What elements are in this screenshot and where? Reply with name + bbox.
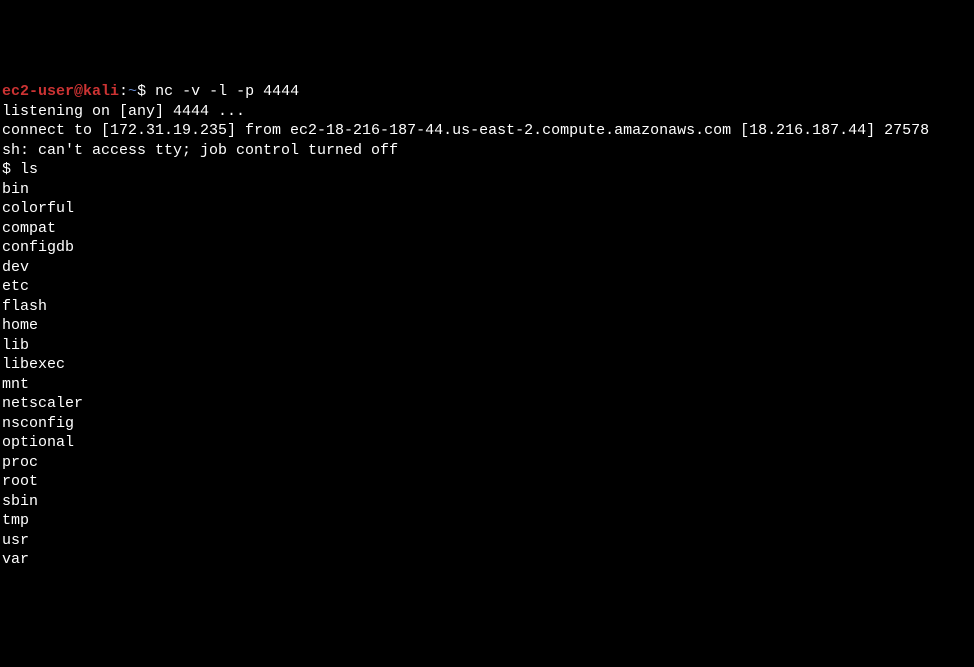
shell-prompt: $ (2, 161, 20, 178)
ls-item: netscaler (2, 395, 83, 412)
prompt-path: ~ (128, 83, 137, 100)
output-tty: sh: can't access tty; job control turned… (2, 142, 398, 159)
ls-item: mnt (2, 376, 29, 393)
prompt-symbol: $ (137, 83, 155, 100)
ls-item: colorful (2, 200, 74, 217)
ls-item: root (2, 473, 38, 490)
ls-item: bin (2, 181, 29, 198)
ls-item: etc (2, 278, 29, 295)
command-ls: ls (20, 161, 38, 178)
ls-item: var (2, 551, 29, 568)
ls-item: home (2, 317, 38, 334)
ls-item: tmp (2, 512, 29, 529)
ls-item: compat (2, 220, 56, 237)
terminal-window[interactable]: ec2-user@kali:~$ nc -v -l -p 4444 listen… (2, 82, 972, 570)
ls-item: lib (2, 337, 29, 354)
command-nc: nc -v -l -p 4444 (155, 83, 299, 100)
ls-item: proc (2, 454, 38, 471)
output-connect: connect to [172.31.19.235] from ec2-18-2… (2, 122, 929, 139)
prompt-sep: : (119, 83, 128, 100)
ls-item: flash (2, 298, 47, 315)
ls-item: sbin (2, 493, 38, 510)
ls-item: nsconfig (2, 415, 74, 432)
prompt-user: ec2-user@kali (2, 83, 119, 100)
ls-item: optional (2, 434, 74, 451)
output-listening: listening on [any] 4444 ... (2, 103, 245, 120)
ls-item: usr (2, 532, 29, 549)
ls-item: dev (2, 259, 29, 276)
ls-item: libexec (2, 356, 65, 373)
ls-item: configdb (2, 239, 74, 256)
